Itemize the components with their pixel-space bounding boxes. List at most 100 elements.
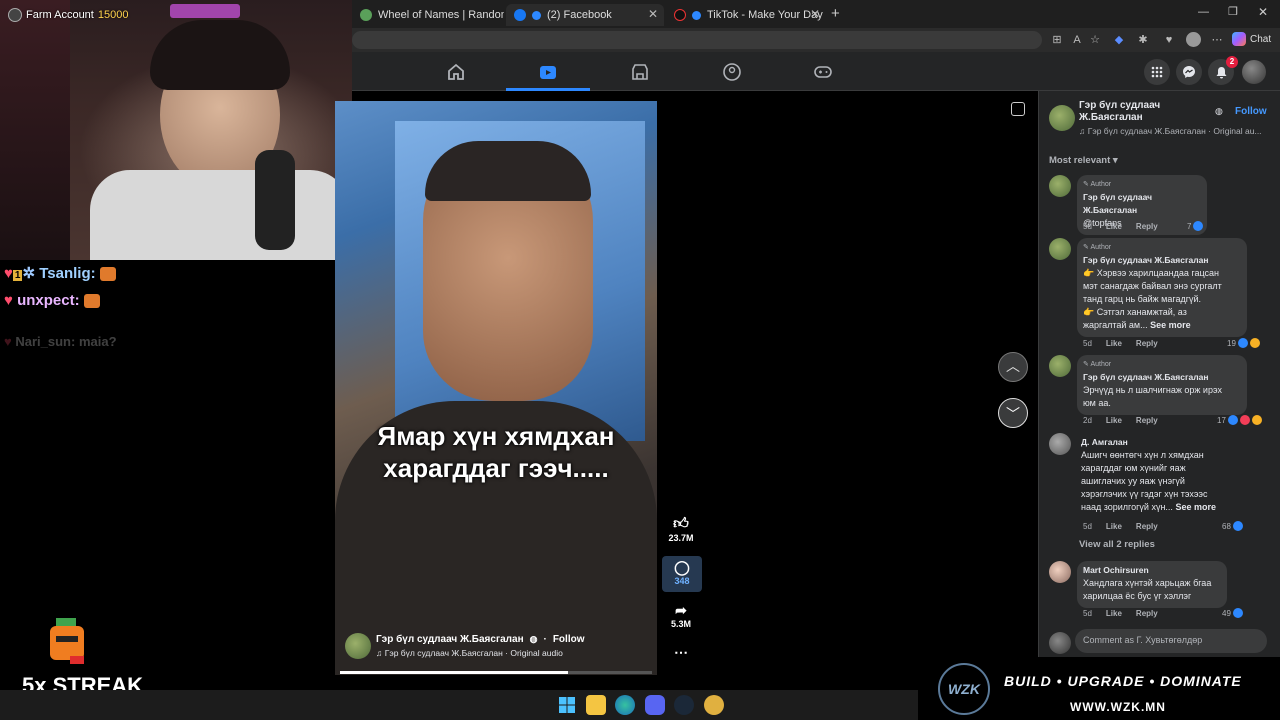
panel-follow-button[interactable]: Follow [1235,106,1267,117]
video-caption-line1: Ямар хүн хямдхан [377,421,615,451]
more-options-icon[interactable]: ⋯ [661,644,701,661]
love-reaction-icon [1239,415,1250,425]
chat-username: Tsanlig: [39,265,96,282]
globe-icon: ◍ [1215,106,1223,116]
extensions-puzzle-icon[interactable]: ✱ [1136,33,1150,47]
commenter-avatar[interactable] [1049,355,1071,377]
comment-like-button[interactable]: Like [1106,522,1122,531]
reaction-count[interactable]: 7 [1187,221,1204,231]
new-tab-icon[interactable]: + [831,5,840,22]
microphone [255,150,295,250]
reel-audio-row[interactable]: ♫ Гэр бүл судлаач Ж.Баясгалан · Original… [376,648,563,658]
reel-video[interactable]: Ямар хүн хямдхан харагддаг гээч..... [335,101,657,675]
video-watch-icon[interactable] [538,62,558,82]
see-more-link[interactable]: See more [1150,320,1191,330]
minimize-icon[interactable]: — [1198,6,1209,18]
profile-avatar[interactable] [1186,32,1201,47]
file-explorer-icon[interactable] [586,695,606,715]
panel-author-name[interactable]: Гэр бүл судлаач Ж.Баясгалан [1079,100,1160,124]
discord-icon[interactable] [645,695,665,715]
comments-panel: Гэр бүл судлаач Ж.Баясгалан ◍ Follow ♫ Г… [1038,91,1280,657]
comment-reply-button[interactable]: Reply [1136,609,1158,618]
view-replies-link[interactable]: View all 2 replies [1079,539,1155,550]
favorites-icon[interactable]: ♥ [1162,33,1176,47]
comment-text-line: жаргалтай ам... [1083,320,1148,330]
comment-author[interactable]: Д. Амгалан [1081,436,1241,449]
tab-facebook[interactable]: (2) Facebook ✕ [506,4,664,26]
comment-text-line: 👉 Сэтгэл ханамжтай, аз [1083,307,1187,317]
chat-username: unxpect: [17,292,80,309]
like-reel-button[interactable]: 👍︎ 23.7M [661,515,701,543]
groups-icon[interactable] [722,62,742,82]
comment-bubble: Mart Ochirsuren Хандлага хүнтэй харьцаж … [1077,561,1227,608]
gaming-icon[interactable] [813,62,833,82]
commenter-avatar[interactable] [1049,561,1071,583]
next-reel-button[interactable]: ﹀ [998,398,1028,428]
comment-author[interactable]: Гэр бүл судлаач Ж.Баясгалан [1083,254,1241,267]
read-aloud-icon[interactable]: A [1070,33,1084,47]
collapse-panel-icon[interactable] [1011,102,1025,116]
url-field[interactable] [352,31,1042,49]
tab-tiktok[interactable]: TikTok - Make Your Day ✕ [666,4,826,26]
chat-message: ♥ 1 ✲ Tsanlig: [4,264,116,282]
like-reaction-icon [1227,415,1238,425]
reaction-count[interactable]: 49 [1222,608,1243,618]
share-reel-button[interactable]: ➦ 5.3M [661,602,701,629]
comment-input[interactable]: Comment as Г. Хувьтөгөлдөр [1075,629,1267,653]
commenter-avatar[interactable] [1049,238,1071,260]
comment-reply-button[interactable]: Reply [1136,222,1158,231]
reaction-count[interactable]: 19 [1227,338,1260,348]
restore-icon[interactable]: ❐ [1228,5,1238,18]
menu-grid-icon[interactable] [1144,59,1170,85]
more-menu-icon[interactable]: ⋯ [1210,33,1224,47]
author-badge: ✎ Author [1083,361,1112,368]
account-avatar[interactable] [1242,60,1266,84]
extension-icon[interactable]: ◆ [1112,33,1126,47]
close-tab-icon[interactable]: ✕ [810,7,820,21]
close-window-icon[interactable]: ✕ [1258,5,1268,19]
comment-like-button[interactable]: Like [1106,339,1122,348]
comment-author[interactable]: Mart Ochirsuren [1083,564,1221,577]
comment-author[interactable]: Гэр бүл судлаач Ж.Баясгалан [1083,371,1241,384]
commenter-avatar[interactable] [1049,433,1071,455]
reaction-count[interactable]: 17 [1217,415,1262,425]
chat-username: Nari_sun: [15,334,76,349]
commenter-avatar[interactable] [1049,175,1071,197]
comment-reel-button[interactable]: ◯ 348 [662,556,702,592]
video-progress-track[interactable] [340,671,652,674]
comment-like-button[interactable]: Like [1106,222,1122,231]
reaction-count[interactable]: 68 [1222,521,1243,531]
app-icon[interactable] [704,695,724,715]
reel-author-avatar[interactable] [345,633,371,659]
edge-browser-icon[interactable] [615,695,635,715]
tab-title: TikTok - Make Your Day [707,9,823,21]
comment-text-line: 👉 Хэрвээ харилцаандаа гацсан [1083,268,1219,278]
reel-follow-button[interactable]: Follow [553,634,585,645]
copilot-button[interactable]: Chat [1232,32,1271,46]
panel-audio[interactable]: ♫ Гэр бүл судлаач Ж.Баясгалан · Original… [1079,126,1262,136]
comment-reply-button[interactable]: Reply [1136,522,1158,531]
tab-wheel-of-names[interactable]: Wheel of Names | Random name pi [352,4,504,26]
close-tab-icon[interactable]: ✕ [648,7,658,21]
author-badge: ✎ Author [1083,181,1112,188]
windows-start-icon[interactable] [557,695,577,715]
home-icon[interactable] [446,62,466,82]
reel-author-name[interactable]: Гэр бүл судлаач Ж.Баясгалан [376,634,524,645]
comment-reply-button[interactable]: Reply [1136,339,1158,348]
comment-text-line: ашиглачих уу яаж үнэгүй [1081,476,1185,486]
comment-author[interactable]: Гэр бүл судлаач Ж.Баясгалан [1083,191,1201,217]
see-more-link[interactable]: See more [1175,502,1216,512]
marketplace-icon[interactable] [630,62,650,82]
app-available-icon[interactable]: ⊞ [1050,33,1064,47]
previous-reel-button[interactable]: ︿ [998,352,1028,382]
tab-title: (2) Facebook [547,9,612,21]
sort-dropdown[interactable]: Most relevant ▾ [1049,155,1118,166]
comment-like-button[interactable]: Like [1106,609,1122,618]
comment-like-button[interactable]: Like [1106,416,1122,425]
steam-icon[interactable] [674,695,694,715]
comment-reply-button[interactable]: Reply [1136,416,1158,425]
reel-audio-label: Гэр бүл судлаач Ж.Баясгалан · Original a… [384,648,563,658]
author-avatar[interactable] [1049,105,1075,131]
favorite-star-icon[interactable]: ☆ [1088,33,1102,47]
messenger-icon[interactable] [1176,59,1202,85]
